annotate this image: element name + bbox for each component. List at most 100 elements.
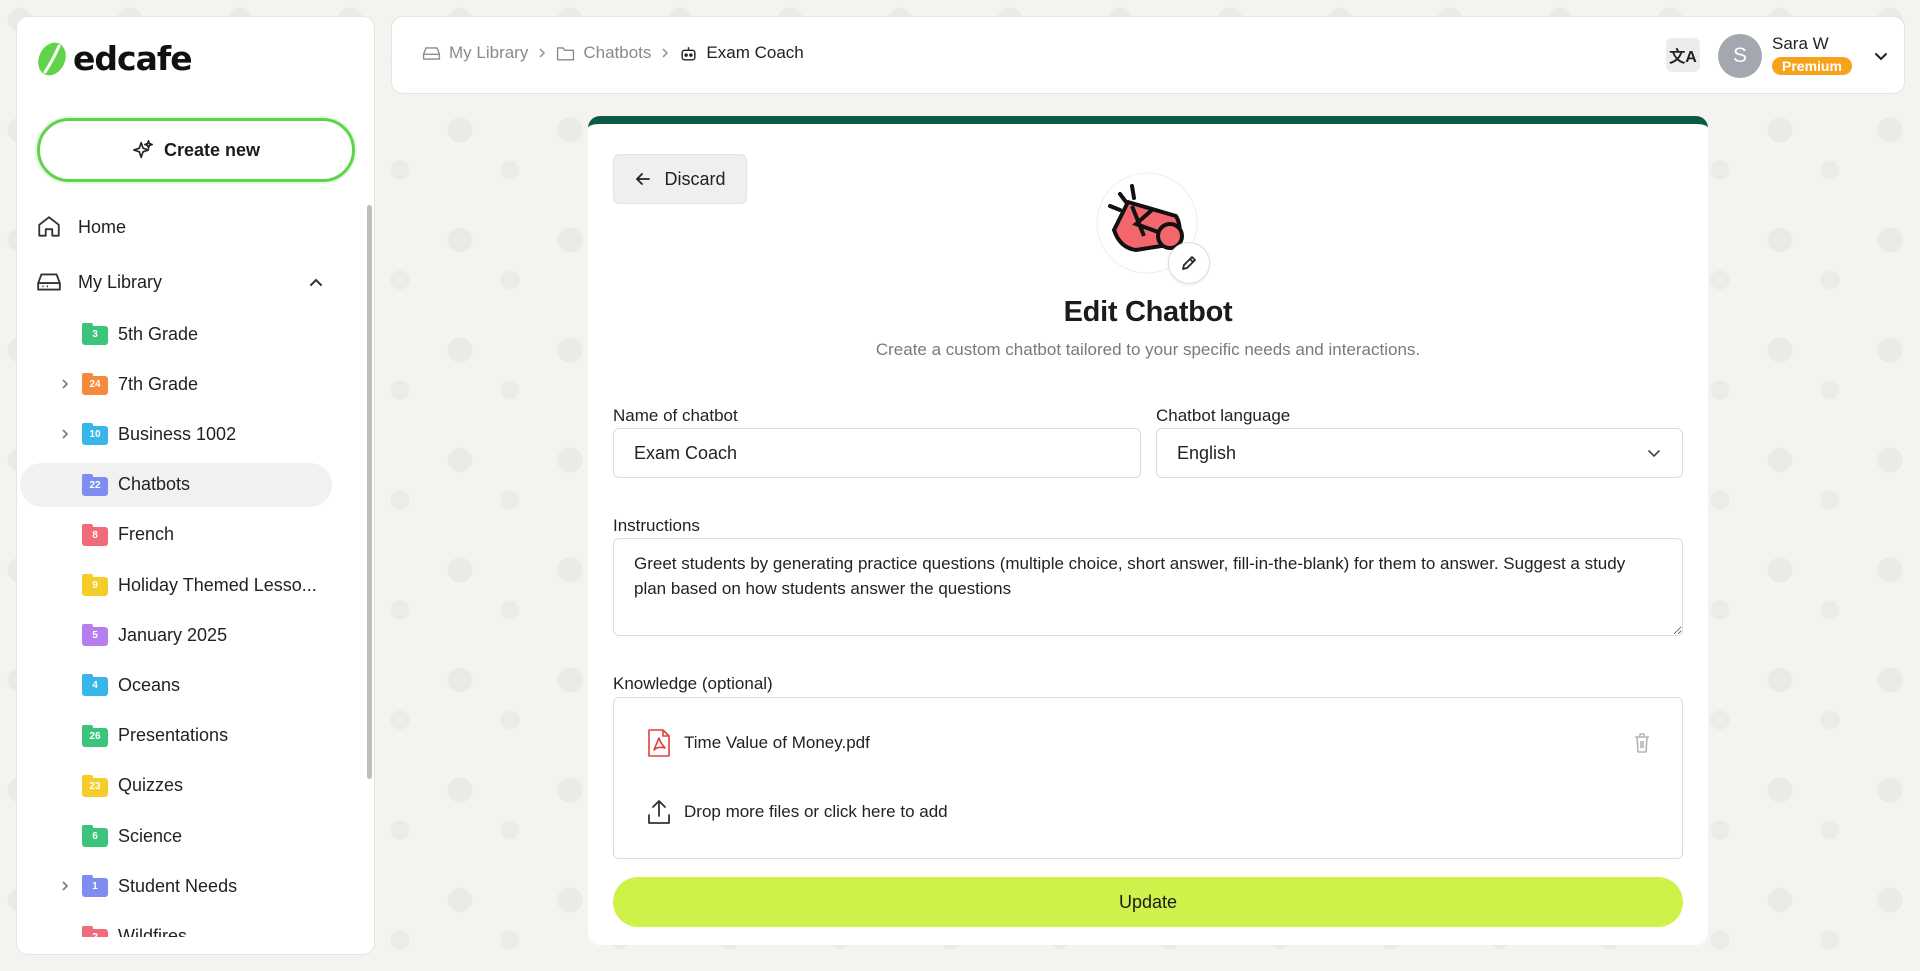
avatar-initial: S <box>1732 44 1747 67</box>
knowledge-field-label: Knowledge (optional) <box>613 674 773 693</box>
chevron-right-icon[interactable] <box>58 879 72 893</box>
chevron-down-icon <box>1648 450 1660 458</box>
app-logo[interactable]: edcafe <box>35 39 193 78</box>
breadcrumb-chatbots[interactable]: Chatbots <box>556 43 651 63</box>
folder-name: 5th Grade <box>118 323 199 344</box>
chevron-right-icon <box>662 48 669 58</box>
sidebar-folder-item[interactable]: 10 Business 1002 <box>20 412 332 456</box>
folder-count: 10 <box>89 429 101 441</box>
breadcrumb: My Library Chatbots Exam Coach <box>422 43 804 63</box>
folder-count: 8 <box>92 529 98 541</box>
folder-count: 5 <box>92 630 98 642</box>
edit-avatar-button[interactable] <box>1168 242 1210 284</box>
breadcrumb-current: Exam Coach <box>679 43 804 63</box>
upload-icon <box>648 800 670 824</box>
sidebar-item-label: Home <box>78 216 127 237</box>
logo-text: edcafe <box>73 39 193 78</box>
folder-count: 23 <box>89 780 101 792</box>
discard-label: Discard <box>664 168 726 189</box>
folder-count: 3 <box>92 329 98 340</box>
sidebar-folder-item[interactable]: 1 Student Needs <box>20 864 332 908</box>
breadcrumb-label: Chatbots <box>583 43 652 62</box>
folder-name: French <box>118 524 175 545</box>
folder-name: 7th Grade <box>118 373 199 394</box>
arrow-left-icon <box>636 173 651 185</box>
upload-more-files[interactable]: Drop more files or click here to add <box>646 798 948 826</box>
page-title: Edit Chatbot <box>1063 296 1233 328</box>
update-button[interactable]: Update <box>613 877 1683 927</box>
update-label: Update <box>1118 891 1178 912</box>
folder-icon: 3 <box>82 323 108 345</box>
language-value: English <box>1177 442 1237 463</box>
premium-badge: Premium <box>1772 57 1852 75</box>
chevron-right-icon[interactable] <box>58 377 72 391</box>
create-new-label: Create new <box>163 139 261 160</box>
translate-button[interactable]: 文A <box>1666 38 1700 72</box>
translate-icon: 文A <box>1669 49 1697 66</box>
sparkle-icon <box>132 140 153 159</box>
user-name: Sara W <box>1772 34 1829 53</box>
robot-icon <box>681 46 696 61</box>
folder-icon <box>557 46 575 61</box>
name-field-label: Name of chatbot <box>613 406 738 425</box>
sidebar-folder-item[interactable]: 24 7th Grade <box>20 362 332 406</box>
leaf-logo-icon <box>38 42 66 75</box>
breadcrumb-my-library[interactable]: My Library <box>422 43 528 63</box>
attached-file[interactable]: Time Value of Money.pdf <box>646 728 870 758</box>
folder-icon: 1 <box>82 875 108 898</box>
folder-icon: 8 <box>82 523 108 546</box>
trash-icon[interactable] <box>1632 732 1652 754</box>
folder-icon: 6 <box>82 825 108 847</box>
folder-name: Chatbots <box>118 474 191 495</box>
folder-count: 22 <box>89 479 101 491</box>
folder-name: Science <box>118 825 183 846</box>
folder-count: 9 <box>92 580 98 591</box>
sidebar-item-my-library[interactable]: My Library <box>36 269 326 295</box>
knowledge-dropzone: Time Value of Money.pdf Drop more files … <box>613 697 1683 859</box>
discard-button[interactable]: Discard <box>613 154 747 204</box>
language-select[interactable]: English <box>1156 428 1683 478</box>
folder-icon: 2 <box>82 926 108 937</box>
sidebar-folder-item[interactable]: 8 French <box>20 513 332 557</box>
sidebar-folder-item[interactable]: 9 Holiday Themed Lesso... <box>20 563 332 607</box>
chevron-down-icon[interactable] <box>1872 47 1890 65</box>
file-name: Time Value of Money.pdf <box>684 733 870 752</box>
folder-name: Quizzes <box>118 775 184 796</box>
folder-icon: 10 <box>82 423 108 446</box>
sidebar-folder-item[interactable]: 22 Chatbots <box>20 462 332 507</box>
folder-name: Holiday Themed Lesso... <box>118 574 317 595</box>
pencil-icon <box>1182 256 1196 270</box>
language-field-label: Chatbot language <box>1156 406 1291 425</box>
pdf-file-icon <box>648 729 670 757</box>
user-avatar[interactable]: S <box>1718 34 1762 78</box>
instructions-field-label: Instructions <box>613 516 700 535</box>
folder-icon: 4 <box>82 674 108 697</box>
sidebar-folder-item[interactable]: 23 Quizzes <box>20 764 332 808</box>
sidebar-folder-item[interactable]: 4 Oceans <box>20 663 332 707</box>
chatbot-name-input[interactable]: Exam Coach <box>613 428 1141 478</box>
sidebar-folder-item[interactable]: 6 Science <box>20 814 332 858</box>
chevron-right-icon[interactable] <box>58 427 72 441</box>
create-new-button[interactable]: Create new <box>37 118 355 182</box>
folder-icon: 26 <box>82 724 108 747</box>
instructions-textarea[interactable]: Greet students by generating practice qu… <box>613 538 1683 636</box>
sidebar-folder-item[interactable]: 3 5th Grade <box>20 312 332 356</box>
top-header: My Library Chatbots Exam Coach 文A S Sara… <box>391 16 1905 94</box>
edit-chatbot-card: Discard Edit Chatbot Create a custom cha… <box>588 116 1708 945</box>
library-drawer-icon <box>37 273 61 291</box>
chatbot-name-value: Exam Coach <box>634 442 738 463</box>
folder-name: Business 1002 <box>118 423 237 444</box>
page-subtitle: Create a custom chatbot tailored to your… <box>875 340 1421 359</box>
chevron-up-icon[interactable] <box>306 272 326 292</box>
breadcrumb-label: My Library <box>449 43 529 62</box>
folder-name: Presentations <box>118 725 229 746</box>
sidebar-scrollbar[interactable] <box>367 205 372 779</box>
sidebar-folder-item[interactable]: 26 Presentations <box>20 714 332 758</box>
sidebar-folder-item[interactable]: 5 January 2025 <box>20 613 332 657</box>
folder-icon: 9 <box>82 574 108 596</box>
sidebar-folder-item[interactable]: 2 Wildfires <box>20 914 332 937</box>
home-icon <box>38 216 60 237</box>
chevron-right-icon <box>539 48 546 58</box>
sidebar-item-home[interactable]: Home <box>36 214 126 240</box>
folder-count: 24 <box>89 379 101 391</box>
